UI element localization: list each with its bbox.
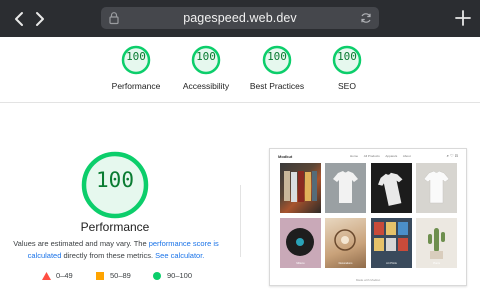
note-text: directly from these metrics. bbox=[61, 251, 156, 260]
thumbnail-header-icons: ⌕ ♡ ⊡ bbox=[446, 153, 458, 158]
product-tile bbox=[416, 163, 457, 213]
legend-range: 50–89 bbox=[110, 271, 131, 280]
tile-label: Plants bbox=[432, 262, 441, 265]
performance-title: Performance bbox=[80, 220, 150, 234]
thumbnail-nav: Home All Products Apparels About bbox=[350, 154, 416, 158]
summary-label: Performance bbox=[111, 81, 161, 91]
tshirt-icon bbox=[378, 172, 403, 206]
product-tile: Plants bbox=[416, 218, 457, 268]
thumbnail-footer: Made with Modkut bbox=[355, 278, 381, 282]
art-prints-icon bbox=[374, 222, 408, 251]
summary-label: SEO bbox=[338, 81, 356, 91]
new-tab-button[interactable] bbox=[454, 9, 472, 27]
section-divider bbox=[240, 185, 241, 257]
tshirt-icon bbox=[333, 171, 358, 203]
product-tile bbox=[280, 163, 321, 213]
see-calculator-link[interactable]: See calculator. bbox=[155, 251, 204, 260]
thumbnail-logo: Modkut bbox=[278, 154, 293, 159]
product-tile: Art Prints bbox=[371, 218, 412, 268]
performance-note: Values are estimated and may vary. The p… bbox=[12, 238, 220, 262]
legend-range: 0–49 bbox=[56, 271, 73, 280]
address-bar[interactable]: pagespeed.web.dev bbox=[101, 7, 379, 29]
tshirt-icon bbox=[423, 170, 450, 204]
legend-range: 90–100 bbox=[167, 271, 193, 280]
thumbnail-nav-item: Apparels bbox=[385, 154, 398, 158]
thumbnail-nav-item: Home bbox=[350, 154, 359, 158]
summary-score: 100 bbox=[196, 50, 216, 63]
thumbnail-nav-item: About bbox=[402, 154, 411, 158]
product-tile: Decorations bbox=[325, 218, 366, 268]
page-screenshot-thumbnail[interactable]: Modkut Home All Products Apparels About … bbox=[269, 148, 467, 286]
note-text: Values are estimated and may vary. The bbox=[13, 239, 149, 248]
back-button[interactable] bbox=[10, 9, 30, 29]
product-tile bbox=[325, 163, 366, 213]
summary-score: 100 bbox=[126, 50, 146, 63]
product-tile bbox=[371, 163, 412, 213]
url-text: pagespeed.web.dev bbox=[183, 11, 297, 25]
summary-score: 100 bbox=[267, 50, 287, 63]
forward-button[interactable] bbox=[30, 9, 50, 29]
tile-label: Art Prints bbox=[386, 262, 397, 265]
triangle-icon bbox=[42, 272, 51, 280]
decoration-icon bbox=[334, 229, 356, 251]
summary-label: Accessibility bbox=[182, 81, 230, 91]
product-tile: Mittens bbox=[280, 218, 321, 268]
summary-gauge-accessibility[interactable]: 100 Accessibility bbox=[171, 37, 241, 91]
vinyl-record-icon bbox=[286, 228, 314, 256]
summary-gauge-seo[interactable]: 100 SEO bbox=[312, 37, 382, 91]
performance-score: 100 bbox=[96, 168, 134, 192]
plus-icon bbox=[455, 10, 471, 26]
browser-toolbar: pagespeed.web.dev bbox=[0, 0, 480, 37]
square-icon bbox=[96, 272, 104, 280]
summary-label: Best Practices bbox=[249, 81, 305, 91]
forward-arrow-icon bbox=[36, 12, 44, 26]
circle-icon bbox=[153, 272, 161, 280]
cactus-plant-icon bbox=[428, 228, 445, 259]
clothing-rack-icon bbox=[284, 171, 317, 202]
summary-gauge-performance[interactable]: 100 Performance bbox=[101, 37, 171, 91]
score-summary: 100 Performance 100 Accessibility 100 Be… bbox=[0, 37, 480, 103]
tile-label: Decorations bbox=[338, 262, 353, 265]
tile-label: Mittens bbox=[296, 262, 305, 265]
reload-icon[interactable] bbox=[359, 11, 373, 25]
thumbnail-nav-item: All Products bbox=[363, 154, 380, 158]
summary-gauge-best-practices[interactable]: 100 Best Practices bbox=[242, 37, 312, 91]
summary-score: 100 bbox=[337, 50, 357, 63]
back-arrow-icon bbox=[15, 12, 23, 26]
